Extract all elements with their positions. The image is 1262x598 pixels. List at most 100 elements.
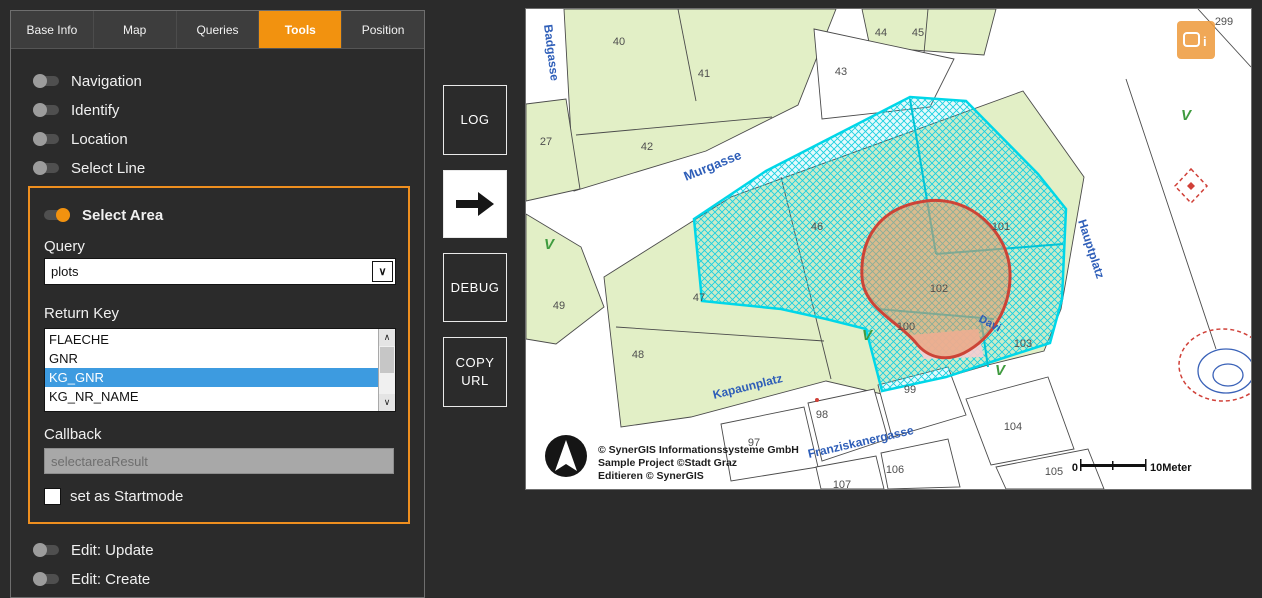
small-red-mark bbox=[815, 398, 819, 402]
parcel-label: 48 bbox=[632, 349, 644, 361]
parcel-label: 102 bbox=[930, 283, 948, 295]
return-key-listbox[interactable]: FLAECHE GNR KG_GNR KG_NR_NAME ∧ ∨ bbox=[44, 328, 396, 412]
parcel-label: 44 bbox=[875, 27, 887, 39]
parcel-label: 41 bbox=[698, 68, 710, 80]
vegetation-symbol: V bbox=[995, 362, 1007, 379]
parcel-label: 47 bbox=[693, 292, 705, 304]
parcel-label: 99 bbox=[904, 384, 916, 396]
parcel-label: 103 bbox=[1014, 338, 1032, 350]
parcel-label: 45 bbox=[912, 27, 924, 39]
copyright-line: © SynerGIS Informationssysteme GmbH bbox=[598, 444, 799, 456]
copyright-line: Sample Project ©Stadt Graz bbox=[598, 457, 737, 469]
startmode-checkbox[interactable] bbox=[44, 488, 61, 505]
list-item[interactable]: KG_NR_NAME bbox=[45, 387, 378, 406]
toggle-knob bbox=[33, 572, 47, 586]
query-dropdown-value: plots bbox=[51, 264, 78, 279]
parcel-label: 101 bbox=[992, 221, 1010, 233]
toggle-switch-icon[interactable] bbox=[33, 134, 59, 144]
toggle-knob bbox=[33, 132, 47, 146]
list-item-selected[interactable]: KG_GNR bbox=[45, 368, 378, 387]
toggle-row-edit-create[interactable]: Edit: Create bbox=[33, 568, 150, 590]
toggle-row-navigation[interactable]: Navigation bbox=[33, 70, 142, 92]
return-key-label: Return Key bbox=[44, 305, 119, 322]
toggle-switch-icon[interactable] bbox=[33, 163, 59, 173]
map-canvas[interactable]: V V V V Badgasse Murgasse Hauptplatz Kap… bbox=[526, 9, 1251, 489]
toggle-row-location[interactable]: Location bbox=[33, 128, 128, 150]
tab-map[interactable]: Map bbox=[94, 11, 177, 48]
copy-url-button[interactable]: COPY URL bbox=[443, 337, 507, 407]
select-area-panel: Select Area Query plots ∨ Return Key FLA… bbox=[28, 186, 410, 524]
toggle-label: Navigation bbox=[71, 73, 142, 90]
parcel-label: 46 bbox=[811, 221, 823, 233]
sidebar: Base Info Map Queries Tools Position Nav… bbox=[10, 10, 425, 598]
parcel-label: 42 bbox=[641, 141, 653, 153]
scrollbar-thumb[interactable] bbox=[380, 347, 394, 373]
tab-bar: Base Info Map Queries Tools Position bbox=[11, 11, 424, 49]
street-label-badgasse: Badgasse bbox=[541, 24, 562, 82]
tab-tools[interactable]: Tools bbox=[259, 11, 342, 48]
scale-distance-label: 10Meter bbox=[1150, 462, 1192, 474]
toggle-knob bbox=[56, 208, 70, 222]
scroll-up-icon[interactable]: ∧ bbox=[379, 329, 395, 346]
parcel-label: 100 bbox=[897, 321, 915, 333]
toggle-label: Identify bbox=[71, 102, 119, 119]
toggle-label: Location bbox=[71, 131, 128, 148]
parcel-label: 299 bbox=[1215, 16, 1233, 28]
parcel-label: 40 bbox=[613, 36, 625, 48]
panel-title: Select Area bbox=[82, 207, 163, 224]
callback-input[interactable] bbox=[44, 448, 394, 474]
parcel-label: 107 bbox=[833, 479, 851, 489]
diamond-center-dot bbox=[1187, 182, 1195, 190]
toggle-knob bbox=[33, 161, 47, 175]
toggle-switch-icon[interactable] bbox=[33, 545, 59, 555]
app-window: Base Info Map Queries Tools Position Nav… bbox=[0, 0, 1262, 598]
parcel-49 bbox=[526, 214, 604, 344]
list-item[interactable]: GNR bbox=[45, 349, 378, 368]
toggle-label: Edit: Update bbox=[71, 542, 154, 559]
north-arrow-icon bbox=[545, 435, 587, 477]
tab-queries[interactable]: Queries bbox=[177, 11, 260, 48]
toggle-label: Edit: Create bbox=[71, 571, 150, 588]
query-dropdown[interactable]: plots ∨ bbox=[44, 258, 396, 285]
next-arrow-button[interactable] bbox=[443, 170, 507, 238]
map-info-button[interactable]: i bbox=[1177, 21, 1215, 59]
toggle-knob bbox=[33, 103, 47, 117]
toggle-row-select-area[interactable]: Select Area bbox=[44, 204, 163, 226]
tab-base-info[interactable]: Base Info bbox=[11, 11, 94, 48]
svg-text:i: i bbox=[1203, 34, 1207, 49]
chevron-down-icon[interactable]: ∨ bbox=[372, 261, 393, 282]
vegetation-symbol: V bbox=[1181, 107, 1193, 124]
toggle-knob bbox=[33, 74, 47, 88]
toggle-switch-icon[interactable] bbox=[44, 210, 70, 220]
contour-blue-outer bbox=[1198, 349, 1251, 393]
scale-zero-label: 0 bbox=[1072, 462, 1078, 474]
contour-blue-inner bbox=[1213, 364, 1243, 386]
toggle-knob bbox=[33, 543, 47, 557]
parcel-label: 98 bbox=[816, 409, 828, 421]
toggle-row-select-line[interactable]: Select Line bbox=[33, 157, 145, 179]
tab-position[interactable]: Position bbox=[342, 11, 424, 48]
parcel-label: 49 bbox=[553, 300, 565, 312]
parcel-label: 105 bbox=[1045, 466, 1063, 478]
startmode-checkbox-row[interactable]: set as Startmode bbox=[44, 488, 183, 505]
parcel-label: 104 bbox=[1004, 421, 1022, 433]
list-item[interactable]: FLAECHE bbox=[45, 330, 378, 349]
query-label: Query bbox=[44, 238, 85, 255]
scroll-down-icon[interactable]: ∨ bbox=[379, 394, 395, 411]
street-label-hauptplatz: Hauptplatz bbox=[1075, 218, 1107, 281]
map-container: V V V V Badgasse Murgasse Hauptplatz Kap… bbox=[525, 8, 1252, 490]
map-info-icon: i bbox=[1182, 28, 1210, 52]
log-button[interactable]: LOG bbox=[443, 85, 507, 155]
debug-button[interactable]: DEBUG bbox=[443, 253, 507, 322]
parcel-label: 43 bbox=[835, 66, 847, 78]
toggle-switch-icon[interactable] bbox=[33, 105, 59, 115]
right-arrow-icon bbox=[452, 188, 498, 220]
listbox-scrollbar[interactable]: ∧ ∨ bbox=[378, 329, 395, 411]
listbox-items: FLAECHE GNR KG_GNR KG_NR_NAME bbox=[45, 329, 378, 411]
toggle-label: Select Line bbox=[71, 160, 145, 177]
toggle-switch-icon[interactable] bbox=[33, 574, 59, 584]
toggle-row-identify[interactable]: Identify bbox=[33, 99, 119, 121]
toggle-switch-icon[interactable] bbox=[33, 76, 59, 86]
callback-label: Callback bbox=[44, 426, 102, 443]
toggle-row-edit-update[interactable]: Edit: Update bbox=[33, 539, 154, 561]
